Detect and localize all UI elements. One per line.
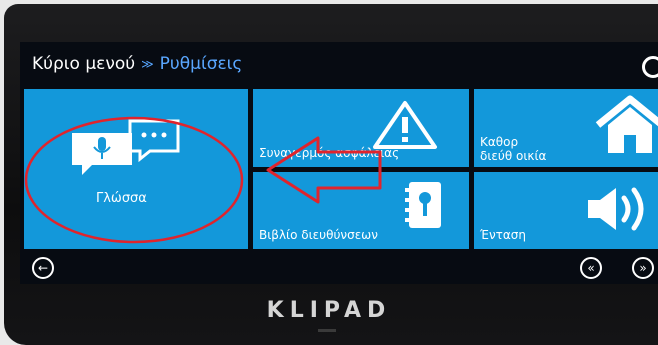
gear-icon[interactable] xyxy=(642,56,658,78)
home-icon xyxy=(595,95,658,153)
warning-triangle-icon xyxy=(373,101,437,149)
indicator-light xyxy=(318,329,336,332)
tile-language-label: Γλώσσα xyxy=(96,191,147,206)
breadcrumb: Κύριο μενού ≫ Ρυθμίσεις xyxy=(20,42,658,86)
tile-volume-label: Ένταση xyxy=(480,228,527,242)
next-page-icon[interactable]: » xyxy=(632,257,654,279)
breadcrumb-root[interactable]: Κύριο μενού xyxy=(32,54,135,74)
previous-page-icon[interactable]: « xyxy=(580,257,602,279)
tile-security-alarm[interactable]: Συναγερμός ασφάλειας xyxy=(253,89,469,167)
bottom-bar: ← « » xyxy=(20,252,658,284)
touch-screen: Κύριο μενού ≫ Ρυθμίσεις Γλώσσα Συναγερμό… xyxy=(20,42,658,284)
tile-address-book-label: Βιβλίο διευθύνσεων xyxy=(259,228,378,242)
brand-logo: KLIPAD xyxy=(266,298,392,323)
tile-set-home-address-label: Καθορ διεύθ οικία xyxy=(480,135,547,163)
tile-security-alarm-label: Συναγερμός ασφάλειας xyxy=(259,146,400,160)
speech-bubbles-icon xyxy=(72,119,180,175)
tile-volume[interactable]: Ένταση xyxy=(474,172,658,249)
tile-set-home-address[interactable]: Καθορ διεύθ οικία xyxy=(474,89,658,167)
tile-language[interactable]: Γλώσσα xyxy=(24,89,248,249)
breadcrumb-current: Ρυθμίσεις xyxy=(159,54,243,74)
back-arrow-icon[interactable]: ← xyxy=(32,257,54,279)
address-book-icon xyxy=(405,182,441,228)
tile-address-book[interactable]: Βιβλίο διευθύνσεων xyxy=(253,172,469,249)
breadcrumb-separator: ≫ xyxy=(141,57,154,71)
speaker-volume-icon xyxy=(588,187,644,231)
